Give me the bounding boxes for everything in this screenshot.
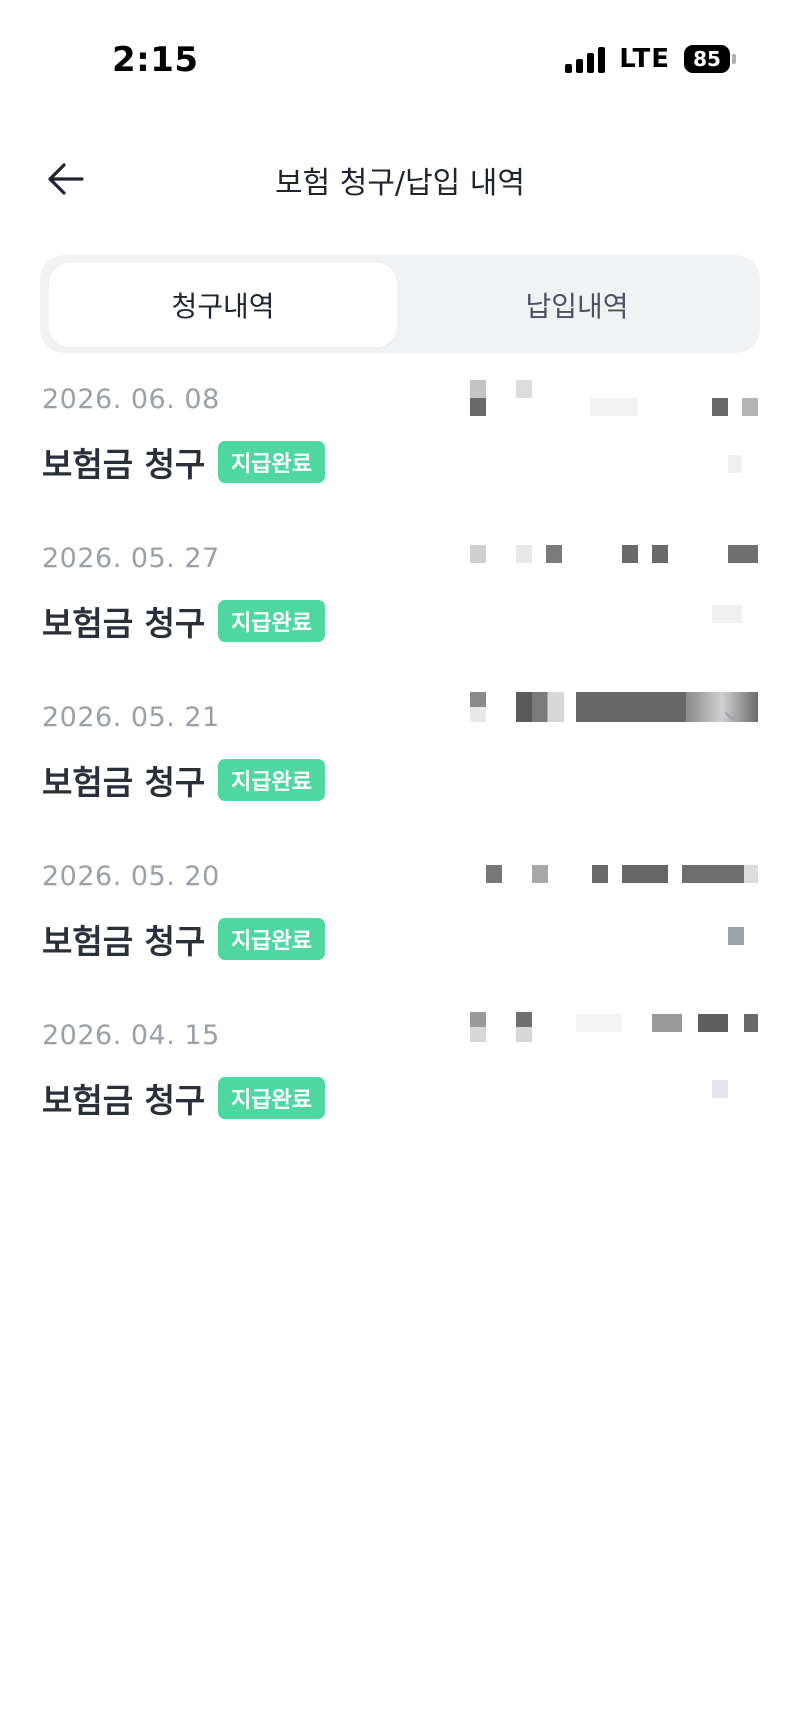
redacted-content (728, 927, 744, 945)
claim-date: 2026. 05. 21 (42, 702, 220, 733)
redacted-content (470, 545, 486, 563)
claim-date: 2026. 06. 08 (42, 384, 220, 415)
redacted-content (744, 865, 758, 883)
redacted-content (652, 545, 668, 563)
tab-bar: 청구내역 납입내역 (40, 255, 760, 353)
redacted-content (686, 692, 758, 722)
redacted-content (516, 545, 532, 563)
chevron-down-icon[interactable] (724, 710, 740, 722)
redacted-content (516, 380, 532, 398)
claim-title: 보험금 청구 (42, 763, 206, 802)
redacted-content (728, 545, 758, 563)
redacted-content (470, 380, 486, 416)
redacted-content (516, 692, 564, 722)
battery-icon: 85 (684, 45, 736, 73)
claim-title: 보험금 청구 (42, 445, 206, 484)
redacted-content (516, 1012, 532, 1042)
redacted-content (742, 398, 758, 416)
claim-date: 2026. 04. 15 (42, 1020, 220, 1051)
battery-level: 85 (684, 45, 730, 73)
redacted-content (470, 1012, 486, 1042)
redacted-content (712, 398, 728, 416)
redacted-content (576, 692, 686, 722)
network-type: LTE (619, 44, 670, 74)
redacted-content (532, 865, 548, 883)
status-time: 2:15 (112, 40, 199, 80)
status-badge: 지급완료 (218, 759, 325, 801)
redacted-content (712, 1080, 728, 1098)
page-title: 보험 청구/납입 내역 (275, 166, 525, 201)
redacted-content (712, 605, 742, 623)
redacted-content (546, 545, 562, 563)
claim-date: 2026. 05. 27 (42, 543, 220, 574)
status-bar: 2:15 LTE 85 (0, 0, 800, 110)
redacted-content (744, 1014, 758, 1032)
claim-title: 보험금 청구 (42, 1081, 206, 1120)
list-item[interactable]: 2026. 05. 20 보험금 청구 지급완료 (0, 855, 800, 1014)
redacted-content (652, 1014, 682, 1032)
list-item[interactable]: 2026. 05. 21 보험금 청구 지급완료 (0, 692, 800, 855)
claims-list: 2026. 06. 08 보험금 청구 지급완료 2026. 05. 27 보험… (0, 378, 800, 1173)
redacted-content (682, 865, 744, 883)
list-item[interactable]: 2026. 05. 27 보험금 청구 지급완료 (0, 537, 800, 696)
claim-title: 보험금 청구 (42, 604, 206, 643)
status-badge: 지급완료 (218, 918, 325, 960)
app-header: 보험 청구/납입 내역 (0, 140, 800, 216)
redacted-content (470, 692, 486, 722)
tab-payments[interactable]: 납입내역 (403, 263, 751, 347)
redacted-content (622, 545, 638, 563)
status-badge: 지급완료 (218, 441, 325, 483)
redacted-content (486, 865, 502, 883)
list-item[interactable]: 2026. 04. 15 보험금 청구 지급완료 (0, 1012, 800, 1173)
claim-date: 2026. 05. 20 (42, 861, 220, 892)
redacted-content (698, 1014, 728, 1032)
tab-claims[interactable]: 청구내역 (49, 263, 397, 347)
list-item[interactable]: 2026. 06. 08 보험금 청구 지급완료 (0, 378, 800, 537)
redacted-content (622, 865, 668, 883)
redacted-content (728, 455, 742, 473)
status-indicators: LTE 85 (565, 44, 736, 74)
redacted-content (576, 1014, 622, 1032)
redacted-content (590, 398, 638, 416)
signal-icon (565, 45, 606, 73)
status-badge: 지급완료 (218, 1077, 325, 1119)
redacted-content (592, 865, 608, 883)
claim-title: 보험금 청구 (42, 922, 206, 961)
status-badge: 지급완료 (218, 600, 325, 642)
